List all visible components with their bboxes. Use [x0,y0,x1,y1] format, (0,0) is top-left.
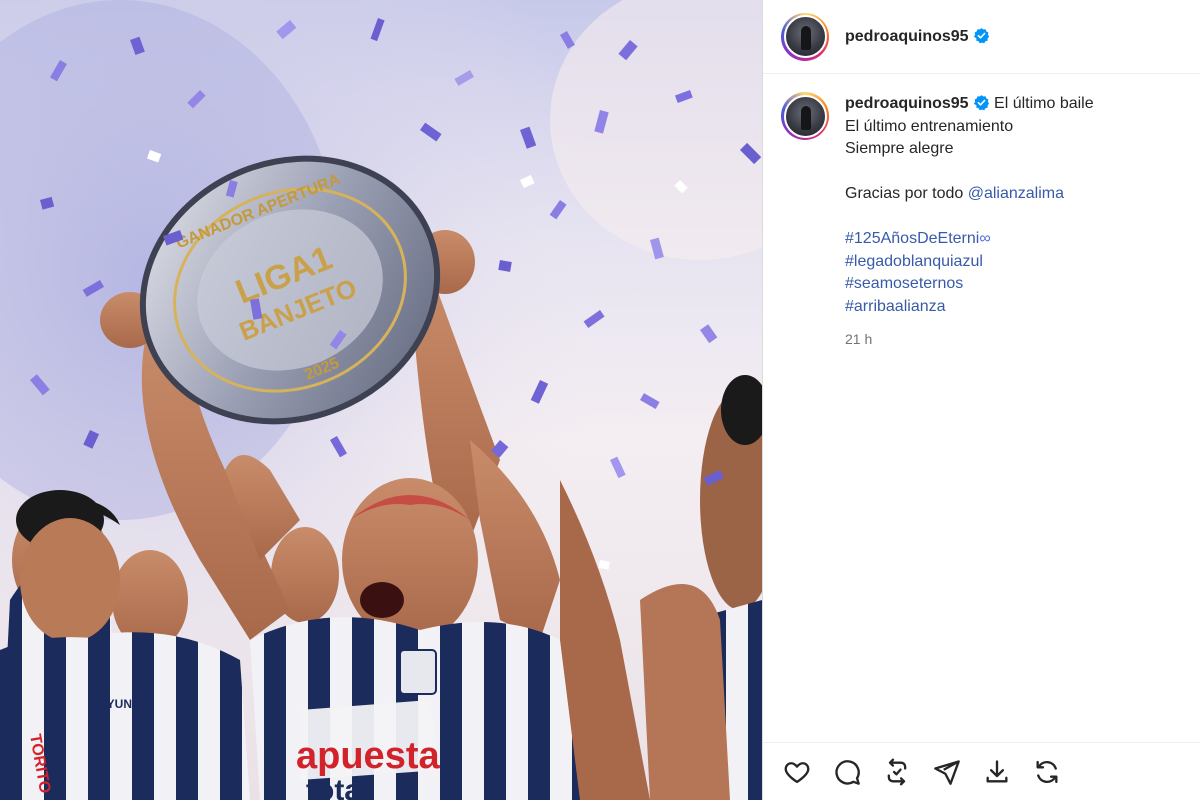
action-bar [763,742,1200,800]
chest-brand-text: HYUNDAI [98,697,153,711]
caption-area: pedroaquinos95 El último baile El último… [763,74,1200,742]
caption-username[interactable]: pedroaquinos95 [845,95,969,112]
caption-line-1: El último baile [994,95,1094,112]
verified-badge-icon [973,28,989,44]
verified-badge-icon [973,95,989,111]
instagram-post: apuesta total HYUNDAI TORITO GANADOR APE… [0,0,1200,800]
caption-text: pedroaquinos95 El último baile El último… [845,90,1094,351]
hashtag-link[interactable]: #legadoblanquiazul [845,251,1094,274]
repost-button[interactable] [883,758,911,786]
hashtag-link[interactable]: #arribaalianza [845,296,1094,319]
download-icon [986,759,1008,782]
share-icon [934,759,960,785]
infinity-emoji: ∞ [979,230,991,247]
jersey-sponsor-text: apuesta [296,735,440,777]
refresh-button[interactable] [1033,758,1061,786]
share-button[interactable] [933,758,961,786]
like-button[interactable] [783,758,811,786]
username-text[interactable]: pedroaquinos95 [845,28,969,45]
post-side-panel: pedroaquinos95 pedroaquinos95 El último … [762,0,1200,800]
post-photo[interactable]: apuesta total HYUNDAI TORITO GANADOR APE… [0,0,762,800]
comment-icon [835,759,860,785]
author-username[interactable]: pedroaquinos95 [845,27,990,46]
mention-link[interactable]: @alianzalima [968,185,1064,202]
post-timestamp[interactable]: 21 h [845,328,1094,351]
hashtag-link[interactable]: #125AñosDeEterni [845,230,979,247]
refresh-icon [1036,760,1058,783]
caption-comment: pedroaquinos95 El último baile El último… [781,90,1182,351]
caption-line-2: El último entrenamiento [845,117,1014,135]
download-button[interactable] [983,758,1011,786]
avatar[interactable] [781,12,829,61]
caption-avatar[interactable] [781,92,829,140]
post-header: pedroaquinos95 [763,0,1200,74]
heart-icon [784,761,810,783]
celebration-photo: apuesta total HYUNDAI TORITO GANADOR APE… [0,0,762,800]
hashtag-link[interactable]: #seamoseternos [845,273,1094,296]
caption-line-3: Siempre alegre [845,140,954,157]
comment-button[interactable] [833,758,861,786]
jersey-sponsor-text-2: total [306,774,369,800]
repost-icon [887,758,907,785]
caption-thanks: Gracias por todo [845,185,964,202]
